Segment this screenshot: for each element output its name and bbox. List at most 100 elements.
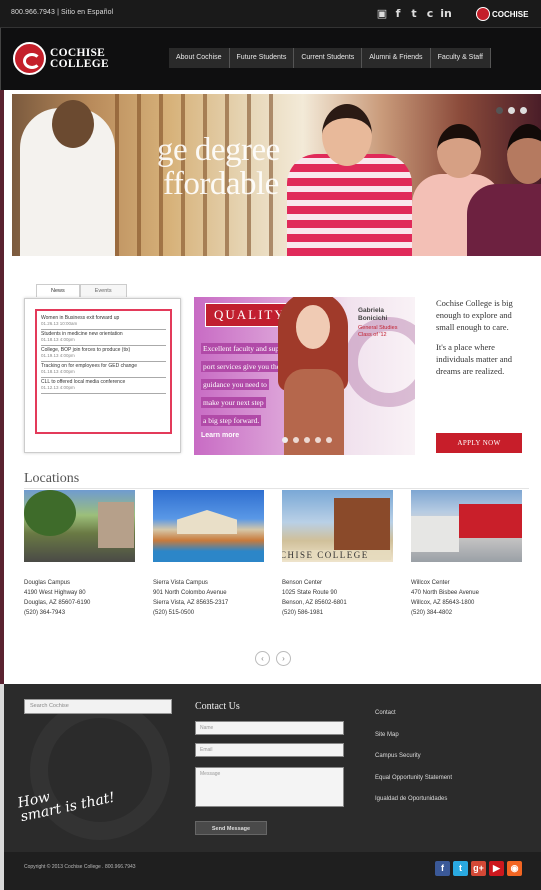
location-info: Sierra Vista Campus 901 North Colombo Av… xyxy=(153,578,264,618)
hero-slider[interactable]: ge degree ffordable xyxy=(12,94,541,256)
hero-dot[interactable] xyxy=(496,107,503,114)
search-input[interactable]: Search Cochise xyxy=(24,699,172,714)
location-photo[interactable] xyxy=(24,490,135,562)
location-douglas[interactable]: Douglas Campus 4190 West Highway 80 Doug… xyxy=(24,490,135,618)
facebook-icon[interactable]: f xyxy=(435,861,450,876)
chevron-left-icon[interactable]: ‹ xyxy=(255,651,270,666)
location-city: Sierra Vista, AZ 85635-2317 xyxy=(153,600,229,606)
intro-paragraph-2: It's a place where individuals matter an… xyxy=(436,342,513,376)
location-name[interactable]: Benson Center xyxy=(282,578,393,588)
locations-heading: Locations xyxy=(24,471,80,486)
student-photo xyxy=(278,297,348,455)
name-field[interactable]: Name xyxy=(195,721,344,735)
hero-slide-dots xyxy=(496,107,527,114)
facebook-icon[interactable]: f xyxy=(392,6,404,20)
hero-dot[interactable] xyxy=(520,107,527,114)
linkedin-icon[interactable]: in xyxy=(440,6,452,20)
news-item[interactable]: Students in medicine new orientation 01.1… xyxy=(41,330,166,346)
location-info: Douglas Campus 4190 West Highway 80 Doug… xyxy=(24,578,135,618)
student-face xyxy=(296,305,330,349)
photo-sign-text: CHISE COLLEGE xyxy=(282,550,391,560)
intro-text: Cochise College is big enough to explore… xyxy=(436,297,531,385)
location-phone: (520) 586-1981 xyxy=(282,610,324,616)
news-item[interactable]: College, BOP join forces to produce (tix… xyxy=(41,346,166,362)
hero-tagline-line-1: ge degree xyxy=(157,132,280,168)
email-field[interactable]: Email xyxy=(195,743,344,757)
quality-feature-slider[interactable]: QUALITY Excellent faculty and sup- port … xyxy=(194,297,415,455)
college-logo[interactable]: COCHISE COLLEGE xyxy=(13,42,109,75)
rss-icon[interactable]: ◉ xyxy=(507,861,522,876)
hero-dot[interactable] xyxy=(508,107,515,114)
location-phone: (520) 364-7943 xyxy=(24,610,66,616)
news-item-date: 01.12.13 4:00pm xyxy=(41,385,75,390)
tab-news[interactable]: News xyxy=(36,284,80,297)
location-name[interactable]: Willcox Center xyxy=(411,578,522,588)
logo-line-2: COLLEGE xyxy=(50,57,109,70)
location-photo[interactable]: CHISE COLLEGE xyxy=(282,490,393,562)
contact-heading: Contact Us xyxy=(195,701,240,712)
hero-person-head xyxy=(437,124,481,178)
location-photo[interactable] xyxy=(153,490,264,562)
flickr-icon[interactable]: c xyxy=(424,6,436,20)
footer-link-contact[interactable]: Contact xyxy=(375,710,452,717)
nav-about-cochise[interactable]: About Cochise xyxy=(169,48,230,68)
youtube-icon[interactable]: ▶ xyxy=(489,861,504,876)
learn-more-link[interactable]: Learn more xyxy=(201,432,239,439)
footer-link-site-map[interactable]: Site Map xyxy=(375,732,452,739)
apply-now-button[interactable]: APPLY NOW xyxy=(436,433,522,453)
send-message-button[interactable]: Send Message xyxy=(195,821,267,835)
hero-person-head xyxy=(52,100,94,148)
locations-divider xyxy=(24,488,529,489)
news-item[interactable]: Women in Business exit forward up 01.26.1… xyxy=(41,314,166,330)
location-sierra-vista[interactable]: Sierra Vista Campus 901 North Colombo Av… xyxy=(153,490,264,618)
mini-logo-icon xyxy=(476,7,490,21)
twitter-icon[interactable]: t xyxy=(453,861,468,876)
message-field[interactable]: Message xyxy=(195,767,344,807)
top-social-icons: ▣ f t c in xyxy=(376,6,452,20)
footer-link-campus-security[interactable]: Campus Security xyxy=(375,753,452,760)
location-name[interactable]: Douglas Campus xyxy=(24,578,135,588)
news-item[interactable]: Tracking on for employees for GED change… xyxy=(41,362,166,378)
quality-dot[interactable] xyxy=(326,437,332,443)
quality-dot[interactable] xyxy=(282,437,288,443)
news-item[interactable]: CLL to offered local media conference 01.… xyxy=(41,378,166,394)
mini-logo[interactable]: COCHISE xyxy=(476,7,528,21)
student-role: General Studies Class of '12 xyxy=(358,325,398,338)
location-benson[interactable]: CHISE COLLEGE Benson Center 1025 State R… xyxy=(282,490,393,618)
college-logo-icon xyxy=(13,42,46,75)
phone-and-spanish-link[interactable]: 800.966.7943 | Sitio en Español xyxy=(11,9,113,16)
copyright: Copyright © 2013 Cochise College . 800.9… xyxy=(24,864,136,870)
college-name: COCHISE COLLEGE xyxy=(50,47,109,70)
site-header: COCHISE COLLEGE About Cochise Future Stu… xyxy=(0,28,541,90)
location-city: Benson, AZ 85602-6801 xyxy=(282,600,347,606)
location-info: Benson Center 1025 State Route 90 Benson… xyxy=(282,578,393,618)
nav-future-students[interactable]: Future Students xyxy=(229,48,295,68)
quality-dot[interactable] xyxy=(304,437,310,443)
location-phone: (520) 384-4802 xyxy=(411,610,453,616)
location-photo[interactable] xyxy=(411,490,522,562)
hero-person-striped xyxy=(287,154,412,256)
twitter-icon[interactable]: t xyxy=(408,6,420,20)
news-item-date: 01.18.13 4:00pm xyxy=(41,369,75,374)
chevron-right-icon[interactable]: › xyxy=(276,651,291,666)
location-city: Douglas, AZ 85607-6190 xyxy=(24,600,91,606)
location-address: 901 North Colombo Avenue xyxy=(153,590,227,596)
news-list: Women in Business exit forward up 01.26.1… xyxy=(35,309,172,434)
youtube-icon[interactable]: ▣ xyxy=(376,6,388,20)
location-name[interactable]: Sierra Vista Campus xyxy=(153,578,264,588)
tab-events[interactable]: Events xyxy=(79,284,127,297)
nav-faculty-staff[interactable]: Faculty & Staff xyxy=(430,48,491,68)
googleplus-icon[interactable]: g+ xyxy=(471,861,486,876)
footer-link-igualdad[interactable]: Igualdad de Oportunidades xyxy=(375,796,452,803)
hero-person-maroon xyxy=(467,184,541,256)
location-willcox[interactable]: Willcox Center 470 North Bisbee Avenue W… xyxy=(411,490,522,618)
footer-link-equal-opportunity[interactable]: Equal Opportunity Statement xyxy=(375,775,452,782)
top-bar: 800.966.7943 | Sitio en Español ▣ f t c … xyxy=(0,0,541,28)
nav-alumni-friends[interactable]: Alumni & Friends xyxy=(362,48,431,68)
quality-dot[interactable] xyxy=(293,437,299,443)
student-name: Gabriela Bonicichi xyxy=(358,307,388,322)
quality-dot[interactable] xyxy=(315,437,321,443)
quality-text-line: guidance you need to xyxy=(201,379,269,390)
locations-pager: ‹ › xyxy=(255,651,291,666)
nav-current-students[interactable]: Current Students xyxy=(294,48,363,68)
